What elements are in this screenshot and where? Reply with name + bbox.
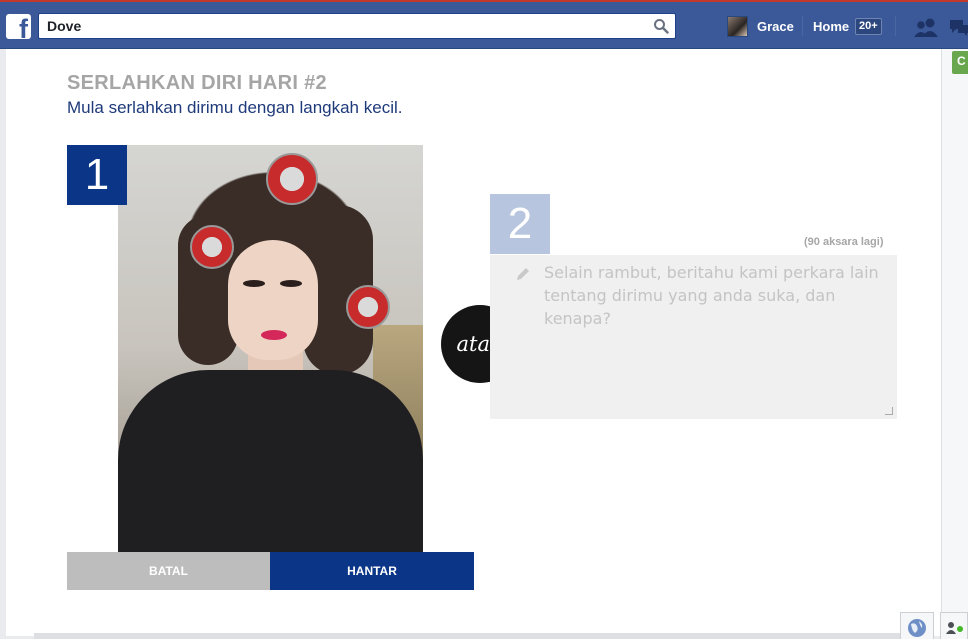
home-link[interactable]: Home [813,19,849,34]
step-number-2: 2 [490,194,550,254]
page-title: SERLAHKAN DIRI HARI #2 [67,72,327,94]
cancel-button[interactable]: BATAL [67,552,270,590]
submit-button[interactable]: HANTAR [270,552,474,590]
globe-button[interactable] [900,612,934,639]
step-number-1: 1 [67,145,127,205]
right-sidebar [941,49,968,639]
pencil-icon [517,268,529,280]
resize-handle[interactable] [885,407,893,415]
answer-box [490,255,897,419]
search-input[interactable] [39,14,639,38]
uploaded-photo[interactable] [118,145,423,552]
nav-separator [895,16,896,36]
character-counter: (90 aksara lagi) [804,236,884,248]
globe-icon [908,619,926,637]
home-notification-badge: 20+ [855,18,882,35]
answer-textarea[interactable] [544,261,884,411]
messages-icon[interactable] [948,17,968,37]
bottom-divider [34,633,904,639]
search-box [38,13,676,39]
chat-status-icon [946,622,963,634]
user-name-link[interactable]: Grace [757,19,794,34]
search-icon[interactable] [653,18,669,34]
friend-requests-icon[interactable] [913,17,939,37]
chat-button[interactable] [940,612,968,639]
top-navigation-bar: f Grace Home 20+ [0,0,968,49]
nav-separator [802,16,803,36]
facebook-logo-icon[interactable]: f [6,14,31,39]
green-action-button[interactable]: C [952,51,968,74]
page-subtitle: Mula serlahkan dirimu dengan langkah kec… [67,98,403,117]
user-avatar[interactable] [727,16,748,37]
